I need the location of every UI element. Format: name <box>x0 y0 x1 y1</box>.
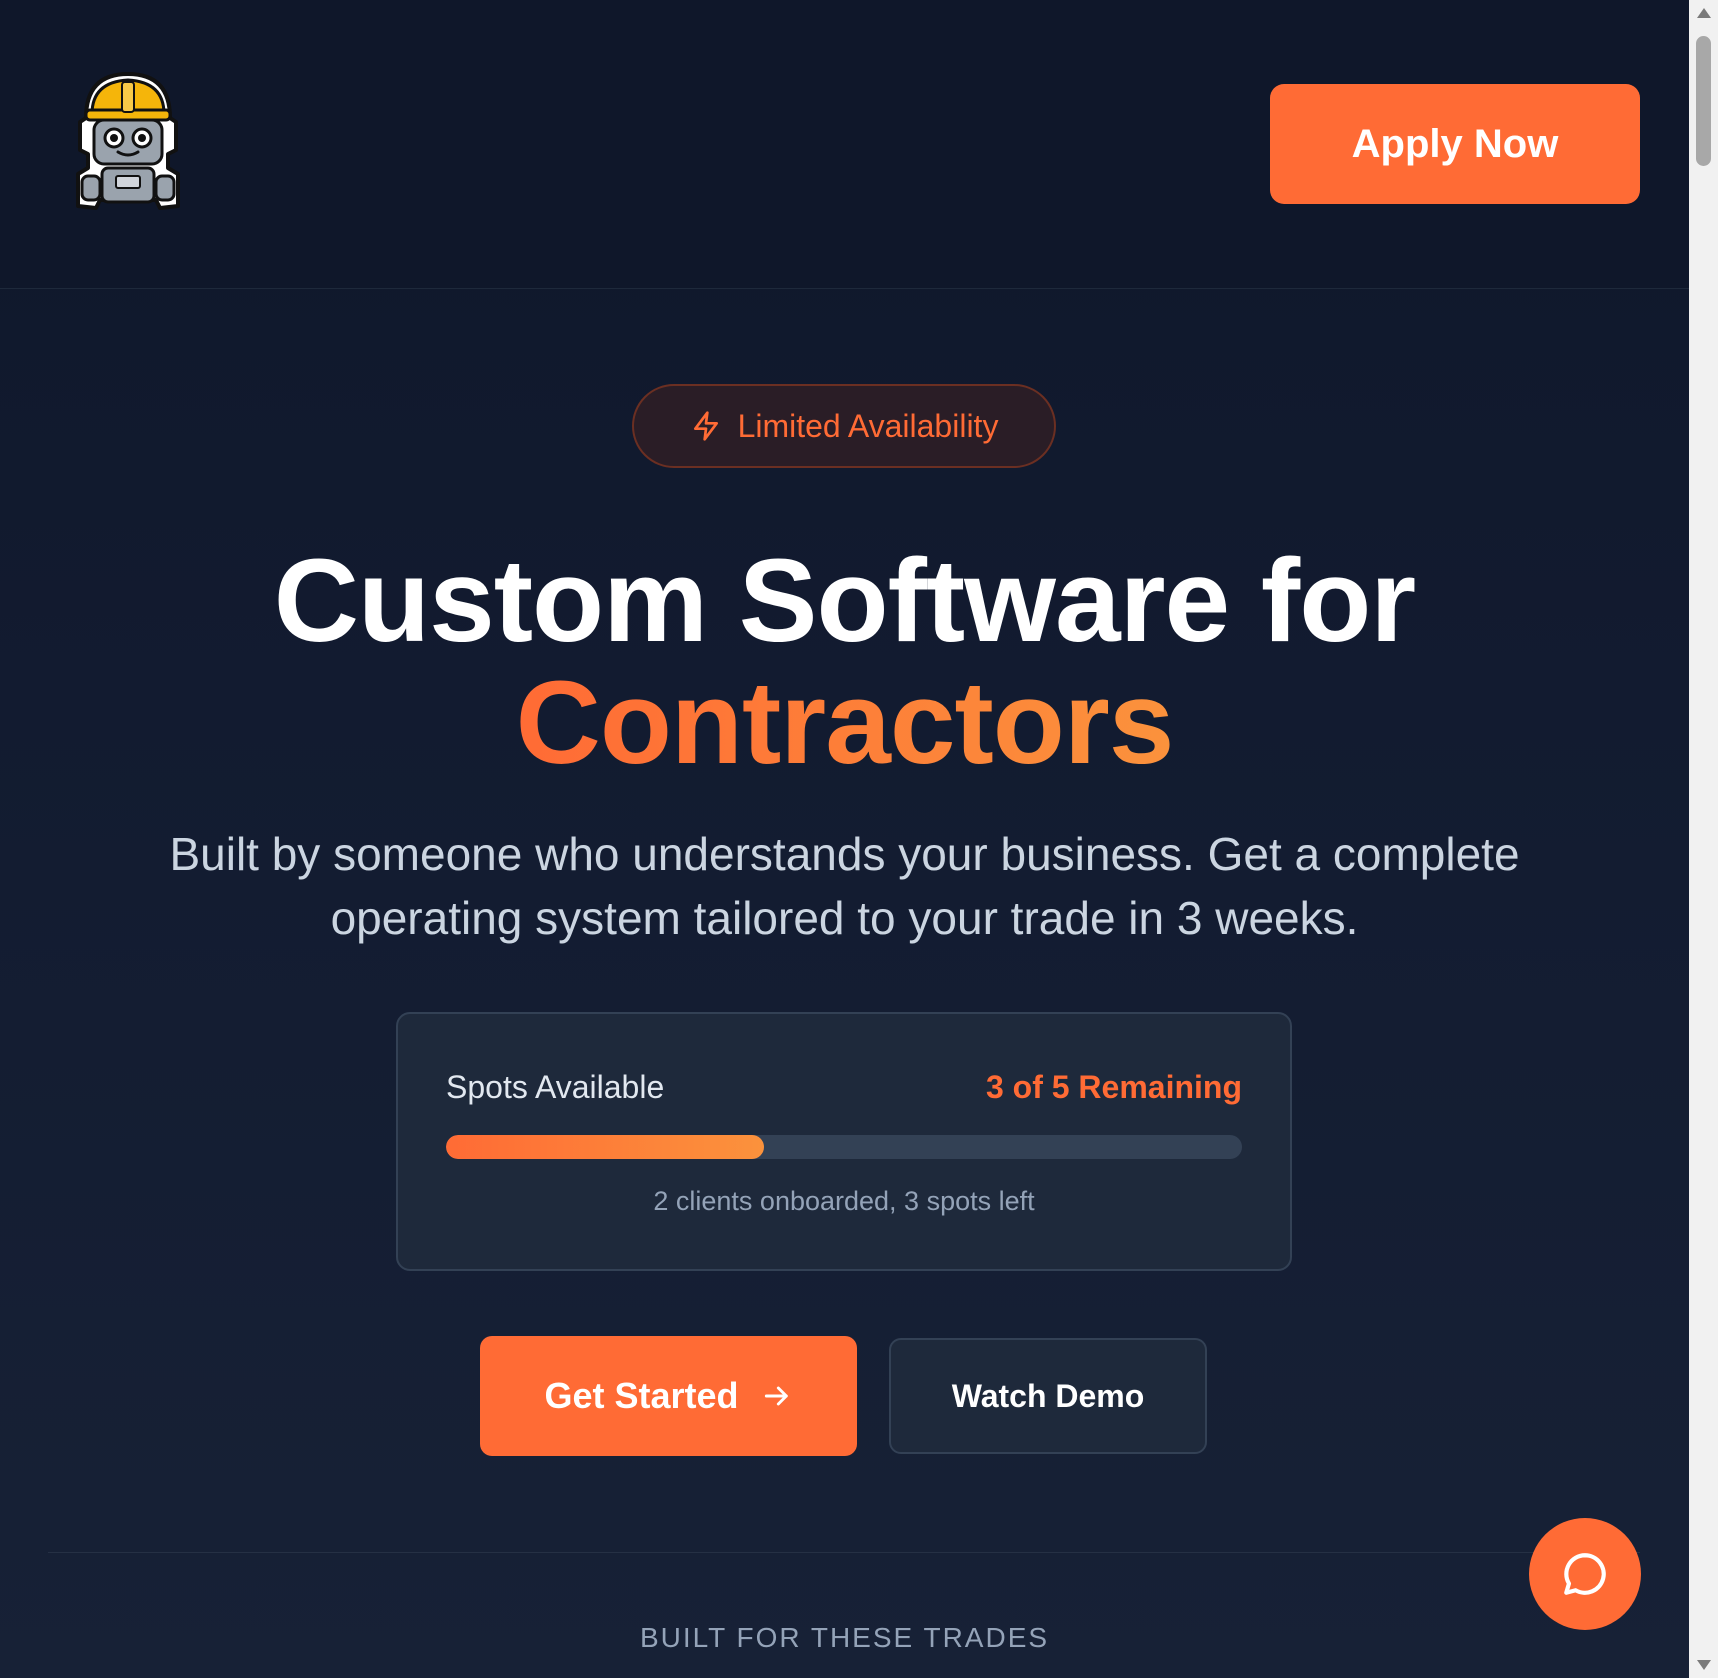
watch-demo-label: Watch Demo <box>951 1377 1145 1414</box>
spots-remaining-count: 3 of 5 Remaining <box>985 1069 1242 1105</box>
spots-progress-bar <box>446 1135 1242 1159</box>
lightning-bolt-icon <box>693 411 718 441</box>
spots-available-card: Spots Available 3 of 5 Remaining 2 clien… <box>396 1012 1292 1271</box>
scroll-down-arrow-icon[interactable] <box>1697 1660 1711 1670</box>
watch-demo-button[interactable]: Watch Demo <box>889 1338 1207 1454</box>
chat-bubble-icon <box>1564 1553 1606 1595</box>
landing-page: Apply Now Limited Availability Custom So… <box>0 0 1689 1678</box>
site-header: Apply Now <box>0 0 1689 289</box>
apply-now-button[interactable]: Apply Now <box>1270 84 1640 204</box>
trades-section-label: BUILT FOR THESE TRADES <box>639 1622 1050 1653</box>
get-started-button[interactable]: Get Started <box>480 1336 857 1456</box>
spots-progress-fill <box>446 1135 765 1159</box>
headline-line-1: Custom Software for <box>273 535 1416 667</box>
chat-button[interactable] <box>1529 1518 1641 1630</box>
hero-subtitle: Built by someone who understands your bu… <box>169 828 1520 944</box>
limited-availability-badge: Limited Availability <box>632 384 1056 468</box>
spots-note: 2 clients onboarded, 3 spots left <box>653 1186 1035 1216</box>
construction-robot-logo-icon <box>76 72 180 210</box>
headline-highlight: Contractors <box>515 657 1175 789</box>
section-divider <box>48 1552 1640 1553</box>
get-started-label: Get Started <box>544 1375 739 1416</box>
hero-headline: Custom Software for Contractors <box>0 540 1689 784</box>
page-scrollbar[interactable] <box>1689 0 1718 1678</box>
spots-label: Spots Available <box>446 1069 665 1105</box>
scroll-up-arrow-icon[interactable] <box>1697 8 1711 18</box>
logo[interactable] <box>72 68 184 210</box>
badge-label: Limited Availability <box>737 407 999 444</box>
arrow-right-icon <box>764 1386 788 1406</box>
scrollbar-thumb[interactable] <box>1696 36 1711 166</box>
